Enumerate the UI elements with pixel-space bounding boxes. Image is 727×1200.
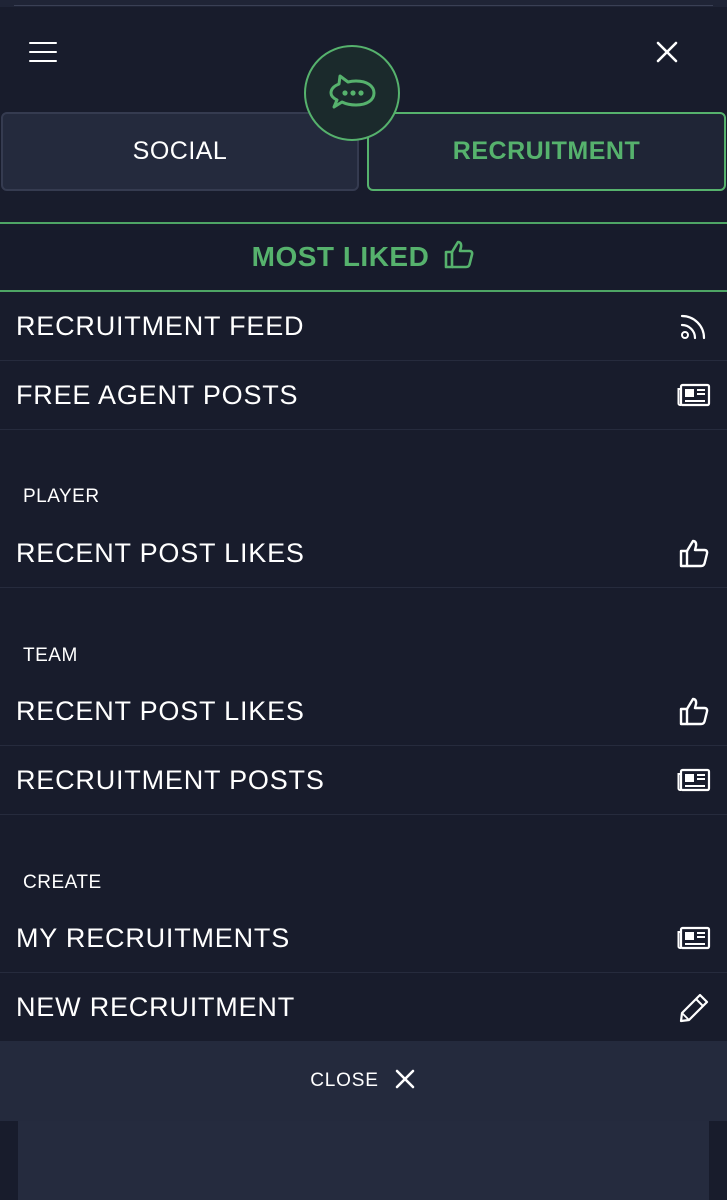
most-liked-button[interactable]: MOST LIKED xyxy=(0,222,727,292)
close-menu-button[interactable]: CLOSE xyxy=(0,1041,727,1121)
menu-item-player-recent-post-likes[interactable]: RECENT POST LIKES xyxy=(0,519,727,588)
menu-item-label: NEW RECRUITMENT xyxy=(16,992,295,1022)
newspaper-icon xyxy=(676,764,712,796)
thumbs-up-icon xyxy=(676,537,712,569)
menu-item-team-recruitment-posts[interactable]: RECRUITMENT POSTS xyxy=(0,746,727,815)
tab-label: SOCIAL xyxy=(132,137,228,165)
tab-social[interactable]: SOCIAL xyxy=(1,112,359,191)
menu-item-free-agent-posts[interactable]: FREE AGENT POSTS xyxy=(0,361,727,430)
thumbs-up-icon xyxy=(429,238,475,277)
rss-icon xyxy=(676,310,712,342)
close-icon[interactable] xyxy=(652,37,682,67)
app-logo xyxy=(304,45,400,141)
close-label: CLOSE xyxy=(310,1070,379,1091)
section-label-create: CREATE xyxy=(23,872,102,893)
menu-item-label: RECENT POST LIKES xyxy=(16,537,305,568)
background-panel xyxy=(18,1121,709,1200)
tab-label: RECRUITMENT xyxy=(452,137,641,165)
thumbs-up-icon xyxy=(676,695,712,727)
menu-item-label: RECRUITMENT FEED xyxy=(16,310,305,341)
newspaper-icon xyxy=(676,379,712,411)
menu-item-recruitment-feed[interactable]: RECRUITMENT FEED xyxy=(0,292,727,361)
menu-item-my-recruitments[interactable]: MY RECRUITMENTS xyxy=(0,904,727,973)
most-liked-label: MOST LIKED xyxy=(251,241,430,272)
section-label-team: TEAM xyxy=(23,645,78,666)
tab-recruitment[interactable]: RECRUITMENT xyxy=(367,112,726,191)
hamburger-menu-icon[interactable] xyxy=(29,40,57,64)
menu-item-new-recruitment[interactable]: NEW RECRUITMENT xyxy=(0,973,727,1042)
menu-item-label: RECRUITMENT POSTS xyxy=(16,764,325,795)
background-content xyxy=(0,1121,727,1200)
menu-item-label: MY RECRUITMENTS xyxy=(16,922,291,953)
section-label-player: PLAYER xyxy=(23,486,100,507)
menu-item-label: RECENT POST LIKES xyxy=(16,695,305,726)
pencil-icon xyxy=(676,992,712,1024)
close-icon xyxy=(379,1067,417,1096)
newspaper-icon xyxy=(676,922,712,954)
chat-bubble-logo-icon xyxy=(328,71,376,116)
menu-item-label: FREE AGENT POSTS xyxy=(16,379,299,410)
menu-item-team-recent-post-likes[interactable]: RECENT POST LIKES xyxy=(0,677,727,746)
